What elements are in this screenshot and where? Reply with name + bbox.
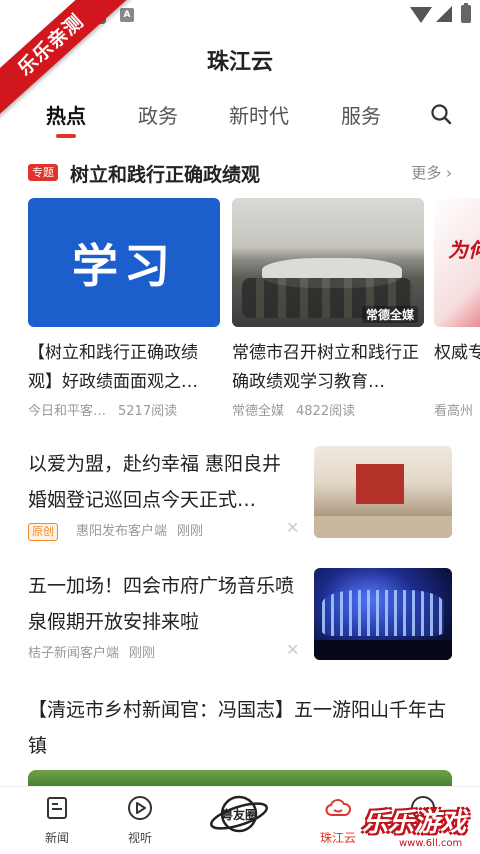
topic-badge: 专题 bbox=[28, 164, 58, 181]
nav-video[interactable]: 视听 bbox=[105, 795, 175, 846]
card-image: 学习 bbox=[28, 198, 220, 327]
card-meta: 看高州 bbox=[434, 400, 480, 419]
card-image-text: 学习 bbox=[72, 238, 176, 293]
list-item[interactable]: 以爱为盟，赴约幸福 惠阳良井婚姻登记巡回点今天正式… 原创 惠阳发布客户端 刚刚 ✕ bbox=[28, 446, 452, 542]
search-icon[interactable] bbox=[430, 103, 452, 125]
thumb-panel bbox=[356, 464, 404, 504]
news-thumbnail bbox=[314, 568, 452, 660]
thumb-floor bbox=[314, 516, 452, 538]
card-title: 【树立和践行正确政绩观】好政绩面面观之… bbox=[28, 343, 198, 392]
card-reads: 5217阅读 bbox=[118, 404, 178, 419]
topic-title[interactable]: 树立和践行正确政绩观 bbox=[70, 160, 260, 187]
original-tag: 原创 bbox=[28, 523, 58, 541]
card-title: 权威专确政绩 bbox=[434, 343, 480, 363]
news-source: 桔子新闻客户端 bbox=[28, 646, 120, 661]
battery-icon bbox=[461, 3, 471, 23]
card-image-text: 为何 bbox=[448, 238, 480, 262]
planet-icon[interactable]: 粤友圈 bbox=[208, 791, 270, 837]
news-title: 以爱为盟，赴约幸福 惠阳良井婚姻登记巡回点今天正式… bbox=[28, 453, 282, 511]
more-link[interactable]: 更多 › bbox=[411, 162, 452, 183]
nav-news[interactable]: 新闻 bbox=[22, 795, 92, 846]
dismiss-icon[interactable]: ✕ bbox=[286, 518, 299, 537]
card-source: 常德全媒 bbox=[232, 404, 285, 419]
list-item[interactable]: 五一加场！四会市府广场音乐喷泉假期开放安排来啦 桔子新闻客户端 刚刚 ✕ bbox=[28, 568, 452, 664]
topic-card[interactable]: 常德全媒 常德市召开树立和践行正确政绩观学习教育… 常德全媒 4822阅读 bbox=[232, 198, 424, 419]
fountain-crowd bbox=[314, 640, 452, 660]
feature-title[interactable]: 【清远市乡村新闻官：冯国志】五一游阳山千年古镇 bbox=[28, 692, 452, 764]
news-time: 刚刚 bbox=[129, 646, 156, 661]
news-meta: 桔子新闻客户端 刚刚 bbox=[28, 642, 300, 661]
fountain-spray bbox=[322, 590, 444, 636]
cloud-icon bbox=[325, 799, 351, 816]
card-title: 常德市召开树立和践行正确政绩观学习教育… bbox=[232, 343, 419, 392]
tab-active-indicator bbox=[56, 134, 76, 138]
nav-label: 视听 bbox=[127, 831, 152, 845]
topic-header: 专题 树立和践行正确政绩观 更多 › bbox=[28, 160, 452, 186]
news-source: 惠阳发布客户端 bbox=[76, 524, 168, 539]
news-icon bbox=[47, 797, 67, 819]
nav-label: 粤友圈 bbox=[221, 807, 257, 822]
card-source: 看高州 bbox=[434, 404, 474, 419]
news-time: 刚刚 bbox=[177, 524, 204, 539]
play-icon bbox=[128, 796, 152, 820]
watermark-text: 乐乐游戏 bbox=[362, 808, 467, 838]
card-source: 今日和平客… bbox=[28, 404, 107, 419]
tab-service[interactable]: 服务 bbox=[341, 100, 381, 129]
tab-new-era[interactable]: 新时代 bbox=[229, 100, 289, 129]
news-meta: 原创 惠阳发布客户端 刚刚 bbox=[28, 520, 300, 541]
chevron-right-icon: › bbox=[446, 164, 452, 182]
image-watermark: 常德全媒 bbox=[361, 306, 418, 323]
site-watermark-logo: 乐乐游戏 www.6ll.com bbox=[362, 800, 480, 854]
dismiss-icon[interactable]: ✕ bbox=[286, 640, 299, 659]
card-meta: 常德全媒 4822阅读 bbox=[232, 400, 424, 419]
news-thumbnail bbox=[314, 446, 452, 538]
topic-card[interactable]: 为何 权威专确政绩 看高州 bbox=[434, 198, 480, 419]
news-title: 五一加场！四会市府广场音乐喷泉假期开放安排来啦 bbox=[28, 575, 294, 633]
card-image: 常德全媒 bbox=[232, 198, 424, 327]
topic-card-carousel[interactable]: 学习 【树立和践行正确政绩观】好政绩面面观之… 今日和平客… 5217阅读 常德全… bbox=[28, 198, 480, 420]
app-notification-icon: A bbox=[120, 8, 134, 22]
wifi-icon bbox=[410, 7, 432, 23]
tab-bar: 热点 政务 新时代 服务 bbox=[0, 100, 480, 140]
card-image: 为何 bbox=[434, 198, 480, 327]
topic-card[interactable]: 学习 【树立和践行正确政绩观】好政绩面面观之… 今日和平客… 5217阅读 bbox=[28, 198, 220, 419]
card-meta: 今日和平客… 5217阅读 bbox=[28, 400, 220, 419]
tab-hot[interactable]: 热点 bbox=[46, 100, 86, 129]
card-reads: 4822阅读 bbox=[296, 404, 356, 419]
signal-icon bbox=[436, 6, 452, 22]
tab-government[interactable]: 政务 bbox=[138, 100, 178, 129]
watermark-url: www.6ll.com bbox=[396, 838, 466, 849]
more-label: 更多 bbox=[411, 164, 442, 182]
nav-label: 新闻 bbox=[44, 831, 69, 845]
